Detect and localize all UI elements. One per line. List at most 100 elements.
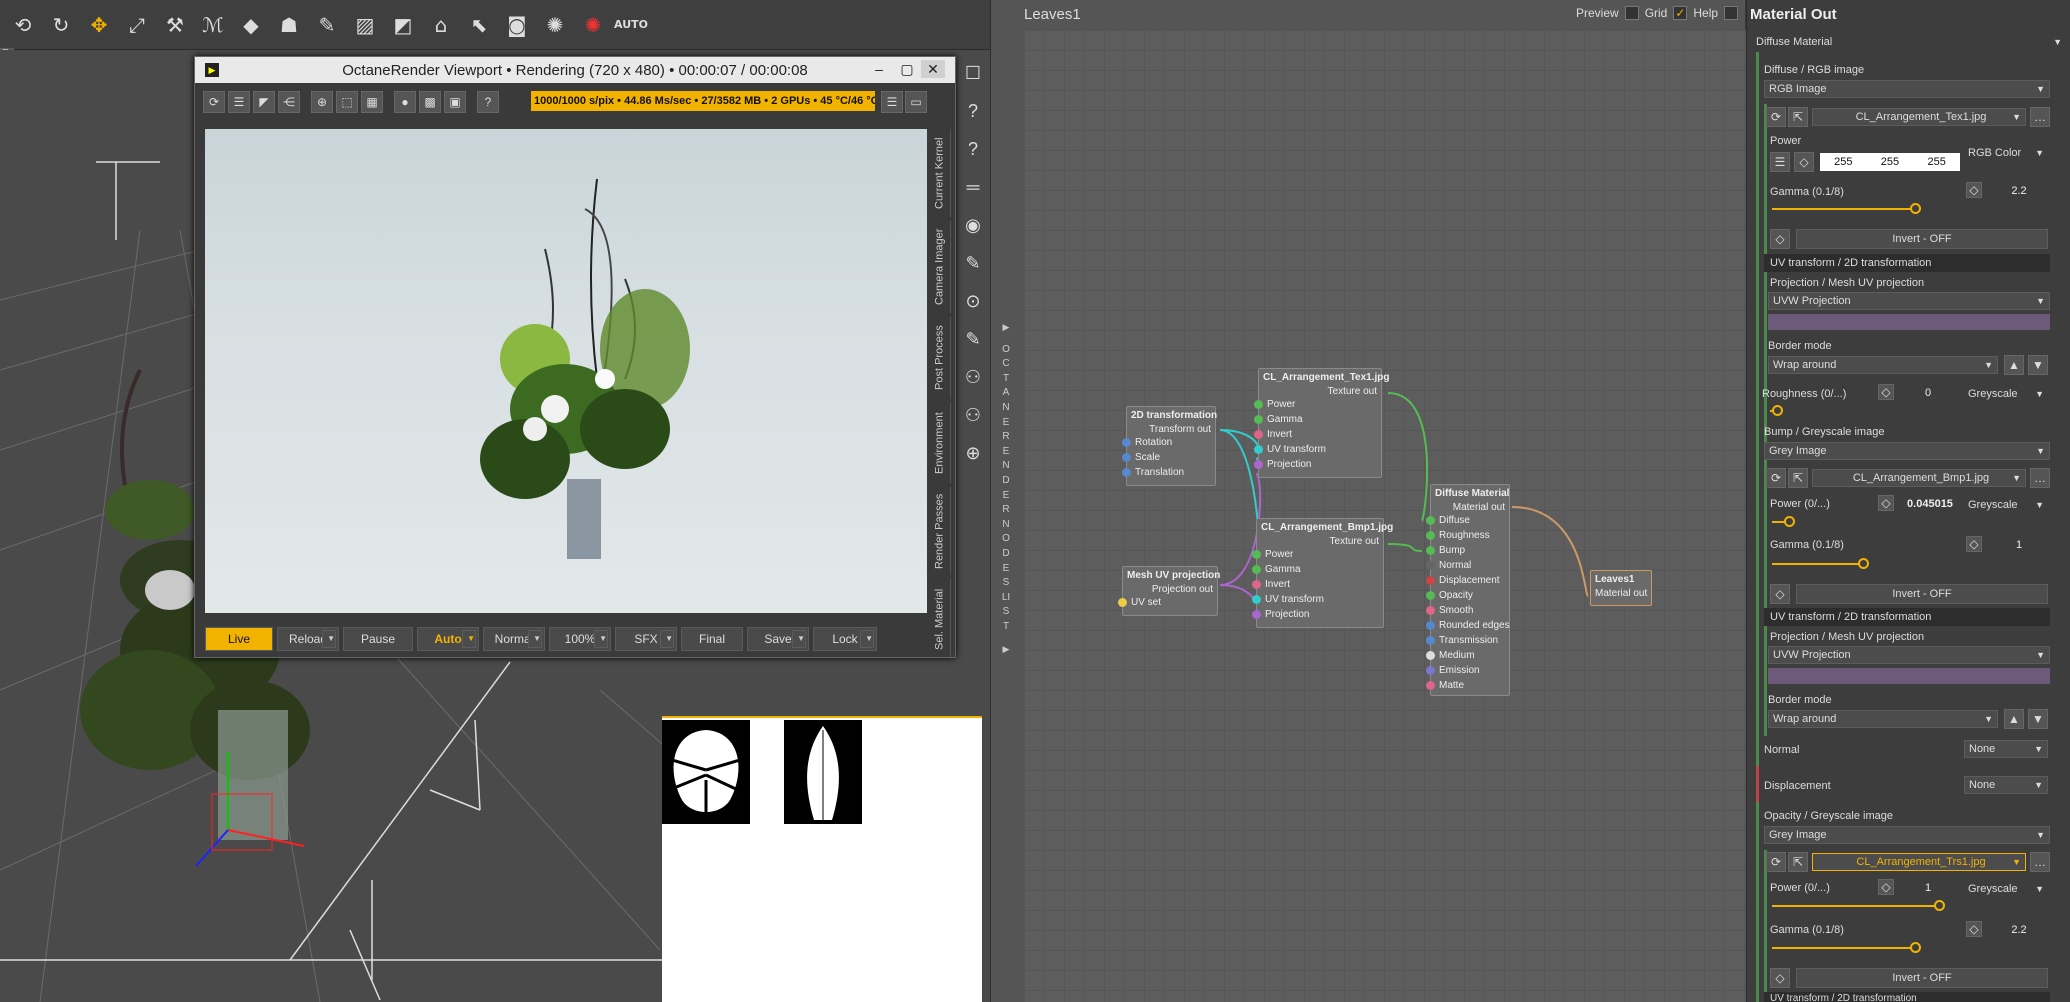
bump-power-slider-knob[interactable] [1784,516,1795,527]
render-preview[interactable] [205,129,927,613]
bump-mode-select[interactable]: Greyscale ▼ [1964,497,2048,515]
border-mode-select[interactable]: Wrap around ▼ [1768,356,1998,374]
tree-icon[interactable]: ☰ [228,91,250,113]
node-diffuse-material[interactable]: Diffuse Material Material out Diffuse Ro… [1426,484,1510,696]
bump-uv-transform-header[interactable]: UV transform / 2D transformation [1764,608,2050,626]
help-checkbox[interactable] [1724,6,1739,20]
auto-icon[interactable]: AUTO [614,10,648,40]
uv-transform-header[interactable]: UV transform / 2D transformation [1764,254,2050,272]
figure-icon[interactable]: ☗ [274,10,304,40]
bump-power-value[interactable]: 0.045015 [1900,495,1960,513]
octane-viewport-window[interactable]: ▶ OctaneRender Viewport • Rendering (720… [194,56,956,659]
gamma-value[interactable]: 2.2 [1990,182,2048,200]
opacity-gamma-slider-track[interactable] [1772,947,1916,949]
gamma-slider-knob[interactable] [1910,203,1921,214]
live-button[interactable]: Live [205,627,273,651]
tab-current-kernel[interactable]: Current Kernel [929,129,951,217]
zoom-button[interactable]: 100% ▼ [549,627,611,651]
minimize-button[interactable]: – [867,60,891,78]
select-tool-icon[interactable]: ◩ [388,10,418,40]
bump-gamma-value[interactable]: 1 [1990,536,2048,554]
keyframe-icon[interactable]: ◇ [1878,495,1894,511]
move-icon[interactable]: ✥ [84,10,114,40]
opacity-invert-toggle[interactable]: Invert - OFF [1796,968,2048,988]
keyframe-icon[interactable]: ◇ [1770,968,1790,988]
region-icon[interactable]: ▨ [350,10,380,40]
close-button[interactable]: ✕ [921,60,945,78]
diffuse-type-select[interactable]: RGB Image ▼ [1764,80,2050,98]
rotate-icon[interactable]: ⟲ [8,10,38,40]
final-button[interactable]: Final [681,627,743,651]
list-icon[interactable]: ☰ [1770,152,1790,172]
grid-icon[interactable]: ▩ [419,91,441,113]
opacity-gamma-value[interactable]: 2.2 [1990,921,2048,939]
more-options-icon[interactable]: … [2030,468,2050,488]
maximize-button[interactable]: ▢ [895,60,919,78]
opacity-uv-transform-header[interactable]: UV transform / 2D transformation [1764,992,2050,1002]
keyframe-icon[interactable]: ◇ [1770,584,1790,604]
roughness-mode-select[interactable]: Greyscale ▼ [1964,386,2048,404]
normal-select[interactable]: None ▼ [1964,740,2048,758]
opacity-mode-select[interactable]: Greyscale ▼ [1964,881,2048,899]
auto-button[interactable]: Auto ▼ [417,627,479,651]
opacity-power-slider-knob[interactable] [1934,900,1945,911]
refresh-icon[interactable]: ⟳ [203,91,225,113]
reload-texture-icon[interactable]: ⟳ [1766,852,1786,872]
keyframe-icon[interactable]: ◇ [1878,879,1894,895]
bump-file-select[interactable]: CL_Arrangement_Bmp1.jpg ▼ [1812,469,2026,487]
node-leaves1-output[interactable]: Leaves1 Material out [1590,570,1652,606]
displacement-select[interactable]: None ▼ [1964,776,2048,794]
node-mesh-uv-projection[interactable]: Mesh UV projection Projection out UV set [1118,566,1220,616]
tab-sel-material[interactable]: Sel. Material [929,579,951,659]
keyframe-icon[interactable]: ◇ [1966,921,1982,937]
opacity-power-slider-track[interactable] [1772,905,1944,907]
camera-icon[interactable]: ⌂ [426,10,456,40]
normal-button[interactable]: Normal ▼ [483,627,545,651]
node-2d-transformation[interactable]: 2D transformation Transform out Rotation… [1122,406,1217,486]
help-icon[interactable]: ? [477,91,499,113]
open-texture-icon[interactable]: ⇱ [1788,468,1808,488]
bump-gamma-slider-knob[interactable] [1858,558,1869,569]
bump-projection-select[interactable]: UVW Projection ▼ [1768,646,2050,664]
list-icon[interactable]: ☰ [881,91,903,113]
pause-button[interactable]: Pause [343,627,413,651]
morph-icon[interactable]: ✎ [312,10,342,40]
keyframe-icon[interactable]: ◇ [1966,536,1982,552]
image-icon[interactable]: ▣ [444,91,466,113]
joint-icon[interactable]: ⚒ [160,10,190,40]
grid4-icon[interactable]: ▦ [361,91,383,113]
octane-window-titlebar[interactable]: ▶ OctaneRender Viewport • Rendering (720… [195,57,955,83]
node-icon[interactable]: ℳ [198,10,228,40]
octane-red-icon[interactable]: ✺ [578,10,608,40]
fern-texture-thumbnail[interactable] [784,720,862,824]
grid-checkbox[interactable]: ✓ [1673,6,1688,20]
rgb-mode-select[interactable]: RGB Color ▼ [1964,145,2048,163]
bump-invert-toggle[interactable]: Invert - OFF [1796,584,2048,604]
focus-icon[interactable]: ⊕ [311,91,333,113]
bump-border-mode-select[interactable]: Wrap around ▼ [1768,710,1998,728]
more-options-icon[interactable]: … [2030,852,2050,872]
reload-button[interactable]: Reload ▼ [277,627,339,651]
octane-icon[interactable]: ✺ [540,10,570,40]
opacity-power-value[interactable]: 1 [1900,879,1956,897]
open-texture-icon[interactable]: ⇱ [1788,852,1808,872]
keyframe-icon[interactable]: ◇ [1770,229,1790,249]
save-button[interactable]: Save ▼ [747,627,809,651]
projection-select[interactable]: UVW Projection ▼ [1768,292,2050,310]
arrow-up-icon[interactable]: ▲ [2004,709,2024,729]
opacity-file-select[interactable]: CL_Arrangement_Trs1.jpg ▼ [1812,853,2026,871]
camera-reset-icon[interactable]: ◤ [253,91,275,113]
reload-texture-icon[interactable]: ⟳ [1766,107,1786,127]
bump-type-select[interactable]: Grey Image ▼ [1764,442,2050,460]
tab-post-process[interactable]: Post Process [929,317,951,399]
octane-nodes-list-tab[interactable]: ▶ OCTANE RENDER NODES LIST ▶ [996,320,1016,720]
render-icon[interactable]: ◙ [502,10,532,40]
keyframe-icon[interactable]: ◇ [1794,152,1814,172]
gamma-slider-track[interactable] [1772,208,1916,210]
paint-icon[interactable]: ◆ [236,10,266,40]
tab-camera-imager[interactable]: Camera Imager [929,221,951,313]
sfx-button[interactable]: SFX ▼ [615,627,677,651]
tab-environment[interactable]: Environment [929,403,951,483]
opacity-type-select[interactable]: Grey Image ▼ [1764,826,2050,844]
bump-gamma-slider-track[interactable] [1772,563,1864,565]
